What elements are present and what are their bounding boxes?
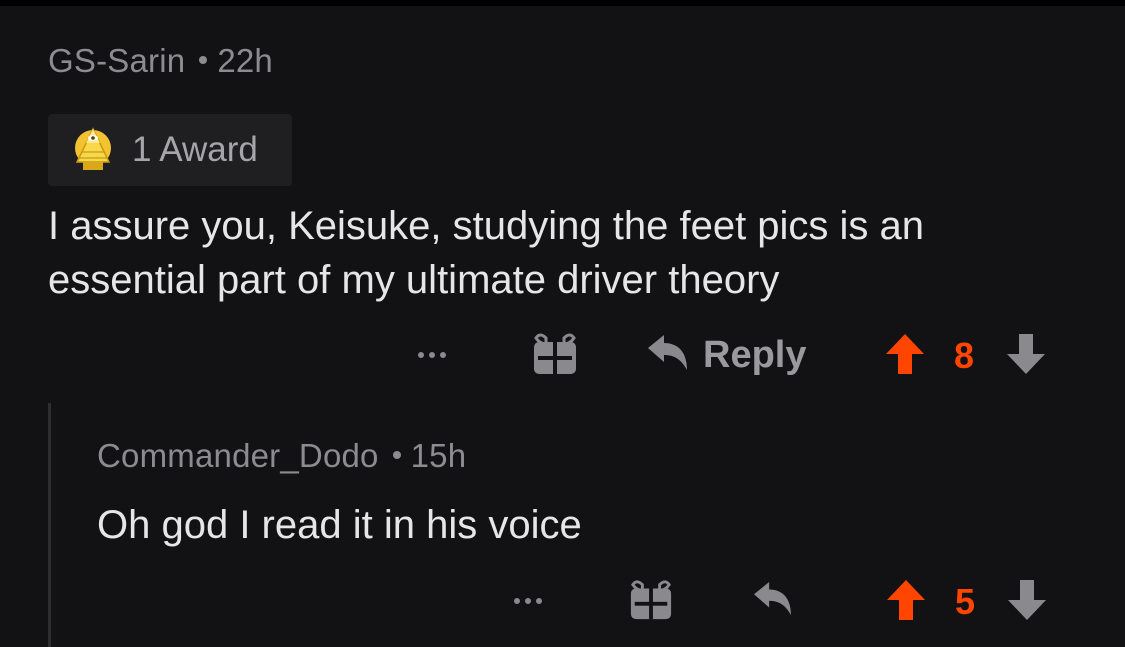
award-pyramid-icon (75, 127, 111, 170)
reply-age: 15h (410, 437, 467, 474)
more-icon (514, 598, 520, 604)
downvote-icon[interactable] (1007, 579, 1047, 621)
comment-score: 8 (954, 335, 975, 376)
top-divider (0, 0, 1125, 6)
comment-body-line: essential part of my ultimate driver the… (48, 258, 780, 302)
separator-dot (392, 451, 401, 460)
reply-meta: Commander_Dodo 15h (97, 437, 466, 475)
reply-body: Oh god I read it in his voice (97, 503, 582, 547)
comment-author[interactable]: GS-Sarin (48, 42, 185, 79)
reply-icon[interactable] (646, 334, 688, 372)
comment-body-line: I assure you, Keisuke, studying the feet… (48, 204, 925, 248)
comment-meta: GS-Sarin 22h (48, 42, 273, 80)
gift-icon[interactable] (532, 330, 578, 376)
more-icon-dot (429, 352, 435, 358)
reply-icon[interactable] (752, 581, 792, 617)
more-options-button[interactable] (418, 352, 446, 358)
separator-dot (199, 56, 208, 65)
upvote-icon[interactable] (885, 333, 925, 375)
downvote-icon[interactable] (1006, 333, 1046, 375)
gift-icon[interactable] (629, 577, 673, 621)
reply-author[interactable]: Commander_Dodo (97, 437, 379, 474)
more-icon-dot (525, 598, 531, 604)
upvote-icon[interactable] (886, 579, 926, 621)
comment-body: I assure you, Keisuke, studying the feet… (48, 199, 924, 307)
thread-line[interactable] (48, 403, 51, 647)
comment-age: 22h (217, 42, 273, 79)
more-options-button[interactable] (514, 598, 542, 604)
award-label: 1 Award (132, 130, 258, 169)
reply-score: 5 (955, 581, 976, 622)
more-icon (418, 352, 424, 358)
award-badge[interactable]: 1 Award (48, 114, 292, 186)
more-icon-dot (440, 352, 446, 358)
reply-button[interactable]: Reply (703, 334, 806, 377)
more-icon-dot (536, 598, 542, 604)
